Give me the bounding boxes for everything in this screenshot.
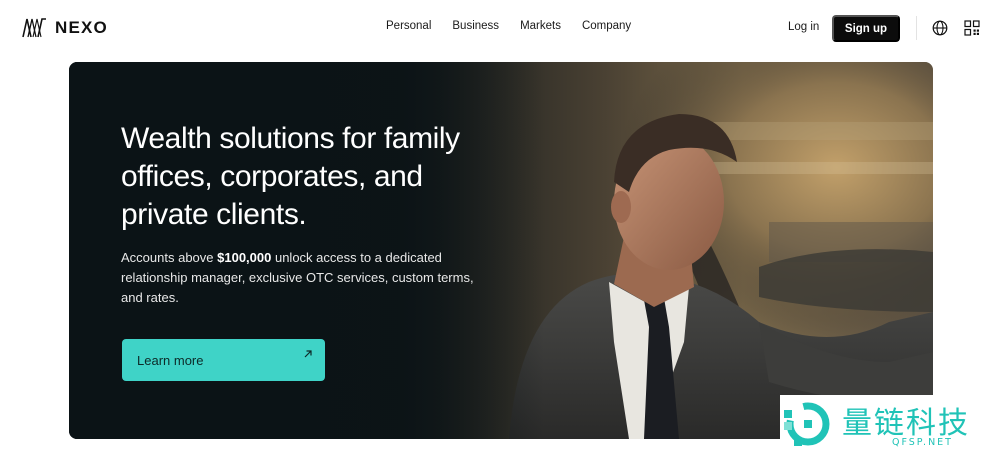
watermark-cn-text: 量链科技 (842, 406, 970, 441)
top-navigation: NEXO Personal Business Markets Company L… (0, 0, 1000, 56)
login-link[interactable]: Log in (788, 21, 819, 33)
hero-title: Wealth solutions for family offices, cor… (121, 122, 460, 231)
nav-link-markets[interactable]: Markets (520, 20, 561, 32)
hero-description: Accounts above $100,000 unlock access to… (121, 248, 491, 308)
hero-desc-amount: $100,000 (217, 250, 272, 265)
hero-banner: Wealth solutions for family offices, cor… (69, 62, 933, 439)
nav-link-business[interactable]: Business (452, 20, 499, 32)
qfsp-watermark: 量链科技 QFSP.NET (780, 395, 1000, 454)
main-nav-links: Personal Business Markets Company (386, 20, 631, 32)
learn-more-button[interactable]: Learn more (122, 339, 325, 381)
hero-desc-prefix: Accounts above (121, 250, 218, 265)
nav-divider (916, 16, 917, 40)
nav-link-company[interactable]: Company (582, 20, 631, 32)
globe-icon[interactable] (932, 20, 948, 36)
signup-button[interactable]: Sign up (832, 15, 900, 42)
arrow-up-right-icon (304, 350, 312, 358)
watermark-en-text: QFSP.NET (892, 437, 953, 448)
qfsp-logo-icon (784, 402, 830, 446)
nexo-logo-icon (22, 18, 46, 38)
brand-name: NEXO (55, 18, 108, 37)
nexo-logo[interactable]: NEXO (22, 17, 108, 39)
learn-more-label: Learn more (137, 353, 204, 368)
nav-link-personal[interactable]: Personal (386, 20, 431, 32)
qr-code-icon[interactable] (964, 20, 980, 36)
